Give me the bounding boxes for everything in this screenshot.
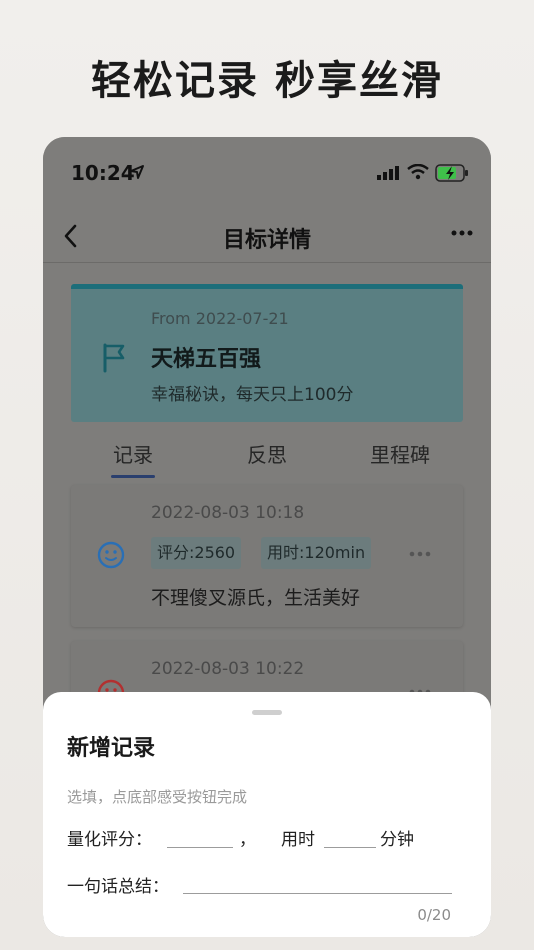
- sheet-title: 新增记录: [67, 736, 156, 761]
- status-bar: 10:24: [43, 137, 491, 209]
- score-tag: 评分:2560: [151, 537, 242, 569]
- record-more-icon[interactable]: [409, 551, 431, 557]
- wifi-icon: [407, 164, 429, 180]
- flag-icon: [103, 343, 125, 373]
- more-options-icon[interactable]: [451, 229, 473, 237]
- duration-label: 用时: [281, 830, 315, 850]
- tab-reflection[interactable]: 反思: [247, 439, 287, 468]
- goal-description: 幸福秘诀，每天只上100分: [151, 385, 354, 405]
- duration-input[interactable]: [324, 822, 376, 848]
- record-time: 2022-08-03 10:18: [151, 503, 305, 523]
- tab-bar: 记录 反思 里程碑: [43, 437, 491, 481]
- active-tab-indicator: [111, 475, 155, 478]
- status-time: 10:24: [71, 161, 135, 185]
- tab-milestones[interactable]: 里程碑: [370, 439, 430, 468]
- goal-start-date: From 2022-07-21: [151, 309, 289, 328]
- add-record-sheet: 新增记录 选填，点底部感受按钮完成 量化评分： ， 用时 分钟 一句话总结： 0…: [43, 692, 491, 937]
- promo-headline: 轻松记录 秒享丝滑: [91, 58, 443, 104]
- navigation-bar: 目标详情: [43, 209, 491, 263]
- sheet-drag-handle[interactable]: [252, 710, 282, 715]
- sheet-hint: 选填，点底部感受按钮完成: [67, 788, 248, 806]
- score-label: 量化评分：: [67, 830, 152, 850]
- goal-card: From 2022-07-21 天梯五百强 幸福秘诀，每天只上100分: [71, 284, 463, 422]
- summary-label: 一句话总结：: [67, 877, 169, 897]
- summary-input[interactable]: [183, 868, 452, 894]
- separator-comma: ，: [239, 830, 256, 850]
- score-input[interactable]: [167, 822, 233, 848]
- record-text: 不理傻叉源氏，生活美好: [151, 587, 361, 609]
- record-card[interactable]: 2022-08-03 10:18 评分:2560 用时:120min 不理傻叉源…: [71, 485, 463, 627]
- page-title: 目标详情: [222, 228, 311, 253]
- phone-screen: 10:24 目标详情 From 2022-07-21 天梯五百强 幸福秘诀，每天…: [43, 137, 491, 937]
- tab-records[interactable]: 记录: [113, 439, 153, 468]
- duration-tag: 用时:120min: [261, 537, 372, 569]
- character-counter: 0/20: [417, 906, 451, 924]
- minute-unit-label: 分钟: [380, 830, 414, 850]
- smile-icon: [97, 541, 125, 569]
- battery-charging-icon: [435, 164, 468, 182]
- goal-title: 天梯五百强: [151, 347, 262, 372]
- cellular-signal-icon: [377, 166, 399, 180]
- location-arrow-icon: [130, 165, 144, 179]
- record-time: 2022-08-03 10:22: [151, 659, 305, 679]
